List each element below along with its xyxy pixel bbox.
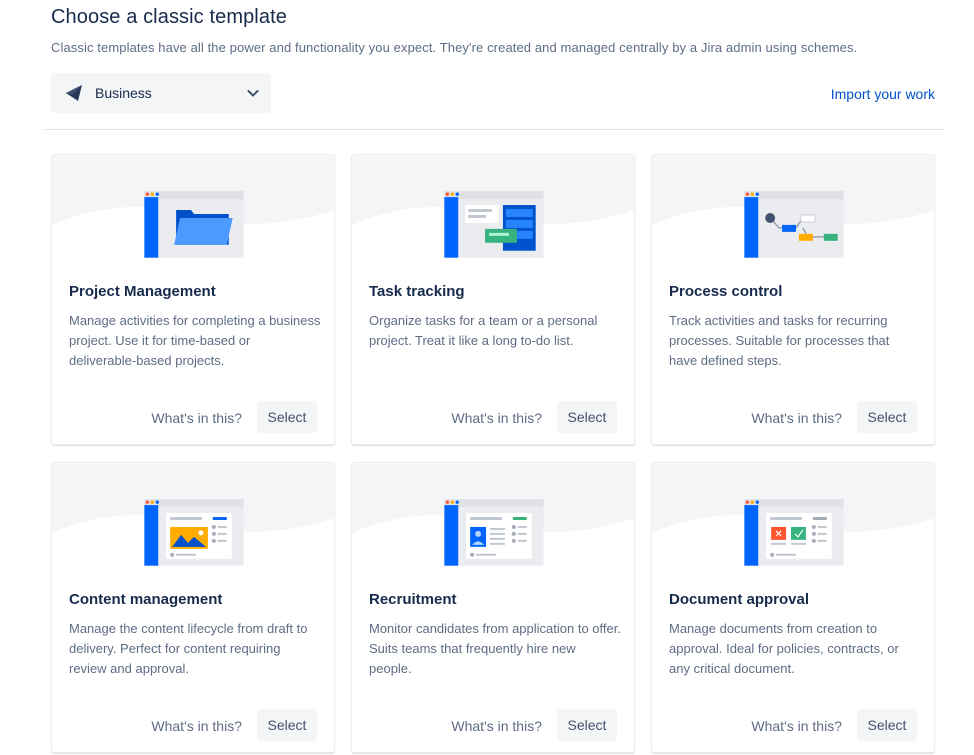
template-title: Document approval: [669, 591, 810, 608]
template-title: Recruitment: [369, 591, 457, 608]
folder-illustration: [52, 155, 334, 270]
workflow-illustration: [652, 155, 934, 270]
template-card-project-management[interactable]: Project Management Manage activities for…: [51, 154, 335, 445]
template-description: Track activities and tasks for recurring…: [669, 313, 890, 368]
divider: [44, 129, 944, 130]
select-button[interactable]: Select: [857, 709, 917, 741]
whats-in-this-link[interactable]: What's in this?: [451, 410, 542, 426]
template-card-recruitment[interactable]: Recruitment Monitor candidates from appl…: [351, 462, 635, 753]
template-description: Manage the content lifecycle from draft …: [69, 621, 308, 676]
category-dropdown[interactable]: Business: [51, 73, 271, 113]
whats-in-this-link[interactable]: What's in this?: [451, 718, 542, 734]
whats-in-this-link[interactable]: What's in this?: [151, 718, 242, 734]
template-title: Content management: [69, 591, 223, 608]
template-card-process-control[interactable]: Process control Track activities and tas…: [651, 154, 935, 445]
chevron-down-icon: [247, 90, 259, 97]
select-button[interactable]: Select: [557, 709, 617, 741]
business-icon: [66, 85, 82, 101]
board-illustration: [352, 155, 634, 270]
whats-in-this-link[interactable]: What's in this?: [751, 718, 842, 734]
content-illustration: [52, 463, 334, 578]
recruitment-illustration: [352, 463, 634, 578]
template-title: Process control: [669, 283, 783, 300]
select-button[interactable]: Select: [257, 401, 317, 433]
page-subtitle: Classic templates have all the power and…: [51, 40, 858, 55]
template-description: Manage activities for completing a busin…: [69, 313, 321, 368]
template-card-document-approval[interactable]: Document approval Manage documents from …: [651, 462, 935, 753]
category-selected-label: Business: [95, 85, 152, 101]
document-illustration: [652, 463, 934, 578]
select-button[interactable]: Select: [257, 709, 317, 741]
template-description: Organize tasks for a team or a personal …: [369, 313, 598, 348]
page-title: Choose a classic template: [51, 6, 287, 28]
template-title: Task tracking: [369, 283, 465, 300]
template-description: Monitor candidates from application to o…: [369, 621, 621, 676]
template-card-content-management[interactable]: Content management Manage the content li…: [51, 462, 335, 753]
template-card-task-tracking[interactable]: Task tracking Organize tasks for a team …: [351, 154, 635, 445]
whats-in-this-link[interactable]: What's in this?: [751, 410, 842, 426]
template-description: Manage documents from creation to approv…: [669, 621, 899, 676]
whats-in-this-link[interactable]: What's in this?: [151, 410, 242, 426]
import-your-work-link[interactable]: Import your work: [831, 86, 935, 102]
select-button[interactable]: Select: [557, 401, 617, 433]
select-button[interactable]: Select: [857, 401, 917, 433]
template-title: Project Management: [69, 283, 216, 300]
